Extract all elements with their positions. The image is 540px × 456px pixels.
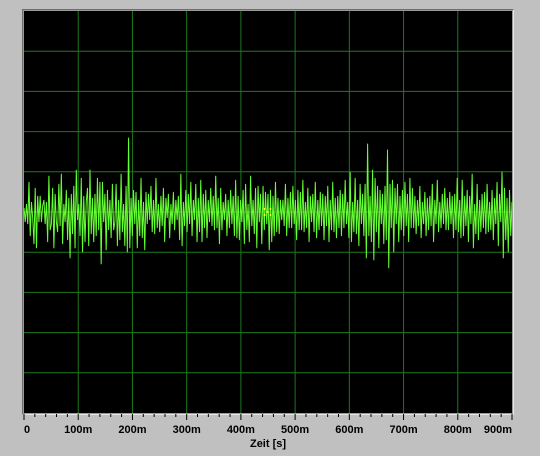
x-tick-label: 500m xyxy=(281,424,309,436)
x-tick-label: 0 xyxy=(24,424,30,436)
x-tick-label: 200m xyxy=(118,424,146,436)
graph-window: 0 100m 200m 300m 400m 500m 600m 700m 800m 900m Ze… xyxy=(0,0,540,456)
x-tick-label: 600m xyxy=(335,424,363,436)
cursor-dot xyxy=(263,208,266,210)
x-tick-label: 100m xyxy=(64,424,92,436)
x-tick-label: 700m xyxy=(389,424,417,436)
cursor-center xyxy=(266,211,269,213)
x-tick-label: 800m xyxy=(444,424,472,436)
x-tick-label: 400m xyxy=(227,424,255,436)
x-tick-label: 900m xyxy=(484,424,512,436)
cursor-dot xyxy=(269,214,272,216)
cursor-dot xyxy=(263,214,266,216)
cursor-dot xyxy=(269,208,272,210)
x-tick-label: 300m xyxy=(173,424,201,436)
x-axis-label: Zeit [s] xyxy=(250,438,286,450)
x-axis-ticks xyxy=(23,414,513,420)
waveform-chart[interactable]: 0 100m 200m 300m 400m 500m 600m 700m 800m 900m Ze… xyxy=(0,0,540,456)
x-axis-tick-labels: 0 100m 200m 300m 400m 500m 600m 700m 800m 900m xyxy=(24,424,512,436)
